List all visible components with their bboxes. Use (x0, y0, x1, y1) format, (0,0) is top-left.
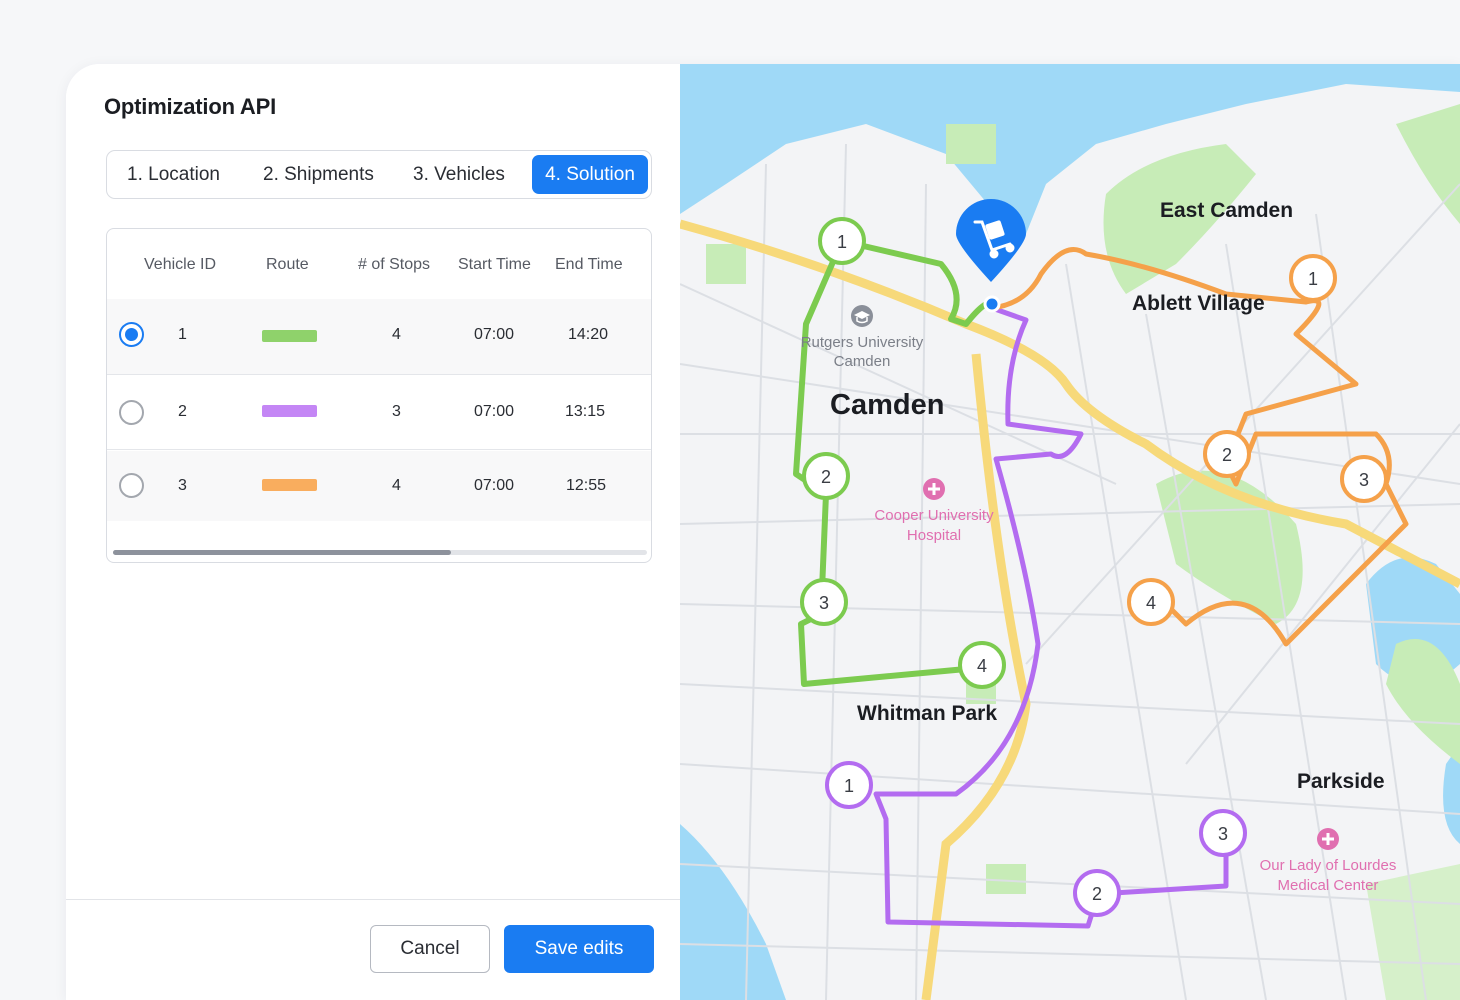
header-route: Route (266, 256, 309, 273)
app-window: Optimization API 1. Location 2. Shipment… (66, 64, 1460, 1000)
stop-marker-orange[interactable]: 3 (1340, 455, 1388, 503)
route-color-swatch (262, 405, 317, 417)
stop-marker-green[interactable]: 4 (958, 641, 1006, 689)
header-start-time: Start Time (458, 256, 531, 273)
map-label-lourdes-medical: Medical Center (1278, 877, 1379, 894)
map-label-cooper-hospital: Hospital (907, 527, 961, 544)
stop-count: 3 (392, 403, 401, 420)
stop-marker-purple[interactable]: 1 (825, 761, 873, 809)
map-label-cooper: Cooper University (874, 507, 994, 524)
svg-text:1: 1 (844, 776, 854, 796)
map-label-whitman-park: Whitman Park (857, 702, 997, 725)
svg-text:4: 4 (977, 656, 987, 676)
page-title: Optimization API (104, 94, 276, 119)
svg-text:1: 1 (1308, 269, 1318, 289)
map-label-rutgers: Rutgers University (801, 334, 924, 351)
end-time: 14:20 (568, 326, 609, 343)
map-label-east-camden: East Camden (1160, 199, 1293, 222)
select-radio[interactable] (119, 322, 144, 347)
scrollbar-thumb[interactable] (113, 550, 451, 555)
map-label-lourdes: Our Lady of Lourdes (1260, 857, 1397, 874)
cancel-button[interactable]: Cancel (370, 925, 490, 973)
svg-text:3: 3 (1359, 470, 1369, 490)
stop-marker-green[interactable]: 1 (818, 217, 866, 265)
start-time: 07:00 (474, 477, 515, 494)
table-row[interactable]: 2 3 07:00 13:15 (107, 376, 651, 450)
end-time: 13:15 (565, 403, 606, 420)
graduation-cap-icon (851, 305, 873, 327)
stop-marker-green[interactable]: 2 (802, 452, 850, 500)
header-vehicle-id: Vehicle ID (144, 256, 217, 273)
route-color-swatch (262, 330, 317, 342)
svg-text:2: 2 (821, 467, 831, 487)
tab-solution[interactable]: 4. Solution (532, 155, 648, 194)
vehicle-table: Vehicle ID Route # of Stops Start Time E… (106, 228, 652, 563)
tab-vehicles[interactable]: 3. Vehicles (413, 155, 505, 194)
table-row[interactable]: 3 4 07:00 12:55 (107, 451, 651, 521)
footer-bar: Cancel Save edits (66, 899, 680, 1000)
park-area (946, 124, 996, 164)
hospital-cross-icon (1317, 828, 1339, 850)
map-label-parkside: Parkside (1297, 770, 1385, 793)
park-area (706, 244, 746, 284)
stop-count: 4 (392, 477, 401, 494)
vehicle-id: 3 (178, 477, 187, 494)
map-label-ablett-village: Ablett Village (1132, 292, 1265, 315)
map-label-rutgers-camden: Camden (834, 353, 891, 370)
select-radio[interactable] (119, 473, 144, 498)
step-tabs: 1. Location 2. Shipments 3. Vehicles 4. … (106, 150, 652, 199)
header-end-time: End Time (555, 256, 623, 273)
vehicle-id: 2 (178, 403, 187, 420)
stop-marker-purple[interactable]: 2 (1073, 869, 1121, 917)
end-time: 12:55 (566, 477, 607, 494)
start-time: 07:00 (474, 403, 515, 420)
route-color-swatch (262, 479, 317, 491)
start-time: 07:00 (474, 326, 515, 343)
left-panel: Optimization API 1. Location 2. Shipment… (66, 64, 680, 1000)
vehicle-id: 1 (178, 326, 187, 343)
stop-marker-orange[interactable]: 1 (1289, 254, 1337, 302)
svg-text:4: 4 (1146, 593, 1156, 613)
table-row[interactable]: 1 4 07:00 14:20 (107, 299, 651, 375)
svg-text:1: 1 (837, 232, 847, 252)
stop-count: 4 (392, 326, 401, 343)
stop-marker-purple[interactable]: 3 (1199, 809, 1247, 857)
header-stops: # of Stops (358, 256, 431, 273)
map-label-camden: Camden (830, 389, 944, 421)
hospital-cross-icon (923, 478, 945, 500)
tab-location[interactable]: 1. Location (127, 155, 220, 194)
select-radio[interactable] (119, 400, 144, 425)
svg-text:2: 2 (1092, 884, 1102, 904)
svg-text:2: 2 (1222, 445, 1232, 465)
route-map[interactable]: East Camden Ablett Village Camden Rutger… (678, 64, 1460, 1000)
stop-marker-orange[interactable]: 2 (1203, 430, 1251, 478)
tab-shipments[interactable]: 2. Shipments (263, 155, 374, 194)
svg-text:3: 3 (1218, 824, 1228, 844)
svg-text:3: 3 (819, 593, 829, 613)
save-edits-button[interactable]: Save edits (504, 925, 654, 973)
stop-marker-green[interactable]: 3 (800, 578, 848, 626)
stop-marker-orange[interactable]: 4 (1127, 578, 1175, 626)
